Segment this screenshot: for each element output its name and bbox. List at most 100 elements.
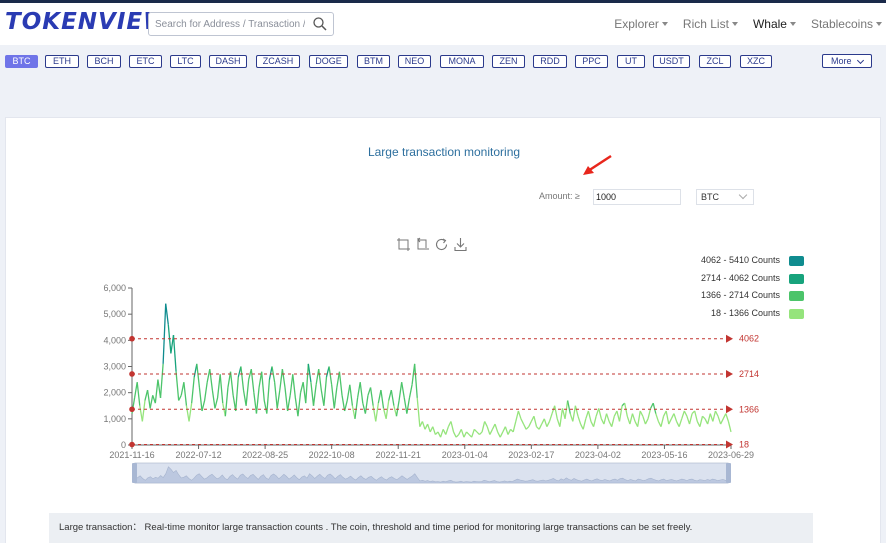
- series-segment: [323, 376, 328, 406]
- x-tick-label: 2023-04-02: [575, 450, 621, 460]
- series-segment: [159, 363, 164, 398]
- series-segment: [445, 426, 449, 435]
- series-segment: [375, 403, 379, 422]
- coin-tab-ut[interactable]: UT: [617, 55, 645, 68]
- data-zoom-handle-right[interactable]: [726, 463, 731, 483]
- series-segment: [211, 389, 216, 409]
- series-segment: [276, 389, 281, 409]
- series-segment: [683, 410, 688, 417]
- series-segment: [315, 369, 320, 385]
- series-segment: [497, 431, 501, 438]
- nav-whale[interactable]: Whale: [753, 17, 796, 31]
- series-segment: [266, 379, 271, 414]
- series-segment: [346, 384, 351, 401]
- series-segment: [525, 426, 530, 430]
- series-segment: [328, 366, 333, 385]
- series-segment: [281, 369, 286, 388]
- series-segment: [198, 387, 203, 412]
- coin-tab-ppc[interactable]: PPC: [575, 55, 608, 68]
- series-segment: [331, 384, 335, 409]
- threshold-label: 4062: [739, 334, 759, 344]
- search-box[interactable]: [148, 12, 334, 36]
- series-segment: [341, 395, 346, 412]
- coin-tab-zcash[interactable]: ZCASH: [256, 55, 300, 68]
- series-segment: [273, 382, 278, 409]
- series-segment: [585, 410, 589, 420]
- nav-stablecoins[interactable]: Stablecoins: [811, 17, 882, 31]
- series-segment: [517, 410, 522, 420]
- header-bar: TOKENVIEW Explorer Rich List Whale Stabl…: [0, 3, 886, 45]
- series-segment: [310, 382, 315, 406]
- series-segment: [377, 389, 382, 404]
- series-segment: [494, 423, 499, 433]
- nav-rich-list[interactable]: Rich List: [683, 17, 738, 31]
- series-segment: [250, 369, 255, 393]
- coin-tab-bch[interactable]: BCH: [87, 55, 121, 68]
- series-segment: [720, 418, 724, 425]
- series-segment: [559, 408, 564, 427]
- search-input[interactable]: [155, 16, 305, 32]
- nav-explorer[interactable]: Explorer: [614, 17, 668, 31]
- coin-tab-btm[interactable]: BTM: [357, 55, 390, 68]
- series-segment: [512, 421, 517, 433]
- y-tick-label: 3,000: [103, 362, 126, 372]
- coin-tab-mona[interactable]: MONA: [440, 55, 484, 68]
- search-icon[interactable]: [312, 16, 328, 32]
- series-segment: [582, 418, 587, 430]
- series-segment: [289, 374, 294, 396]
- series-segment: [162, 303, 167, 364]
- series-segment: [426, 423, 431, 433]
- coin-tab-dash[interactable]: DASH: [209, 55, 247, 68]
- coin-tab-usdt[interactable]: USDT: [653, 55, 690, 68]
- x-tick-label: 2021-11-16: [109, 450, 154, 460]
- series-segment: [253, 392, 258, 414]
- series-segment: [603, 413, 608, 425]
- coin-tab-rdd[interactable]: RDD: [533, 55, 567, 68]
- series-segment: [398, 382, 403, 401]
- coin-tab-etc[interactable]: ETC: [129, 55, 162, 68]
- coin-tab-zen[interactable]: ZEN: [492, 55, 525, 68]
- coin-tab-ltc[interactable]: LTC: [170, 55, 201, 68]
- coin-tab-eth[interactable]: ETH: [45, 55, 79, 68]
- series-segment: [507, 429, 512, 435]
- series-segment: [294, 397, 299, 417]
- logo[interactable]: TOKENVIEW: [5, 9, 169, 35]
- series-segment: [354, 397, 359, 419]
- series-segment: [688, 413, 693, 425]
- more-coins-button[interactable]: More: [822, 54, 872, 68]
- coin-tab-zcl[interactable]: ZCL: [699, 55, 731, 68]
- series-segment: [592, 416, 597, 427]
- series-segment: [629, 413, 634, 425]
- series-segment: [660, 416, 665, 427]
- series-segment: [639, 410, 644, 417]
- series-segment: [486, 426, 491, 435]
- series-segment: [694, 410, 698, 422]
- series-segment: [292, 374, 297, 398]
- series-segment: [611, 416, 615, 427]
- threshold-arrow-icon: [726, 405, 733, 414]
- series-segment: [644, 418, 649, 425]
- series-segment: [188, 403, 193, 422]
- series-segment: [190, 376, 195, 404]
- x-tick-label: 2022-07-12: [176, 450, 222, 460]
- chart-description: Large transaction： Real-time monitor lar…: [49, 513, 813, 543]
- large-transaction-chart: 0 1,000 2,000 3,000 4,000 5,000 6,000 2021-11-1…: [103, 283, 759, 484]
- threshold-label: 18: [739, 440, 749, 450]
- series-segment: [709, 413, 714, 422]
- y-tick-label: 4,000: [103, 335, 126, 345]
- threshold-arrow-icon: [726, 334, 733, 343]
- series-segment: [403, 397, 408, 414]
- coin-tab-xzc[interactable]: XZC: [740, 55, 772, 68]
- main-nav: Explorer Rich List Whale Stablecoins: [614, 17, 886, 31]
- coin-tab-neo[interactable]: NEO: [398, 55, 431, 68]
- y-tick-label: 5,000: [103, 309, 126, 319]
- series-segment: [504, 426, 509, 435]
- coin-tab-btc[interactable]: BTC: [5, 55, 38, 68]
- series-segment: [725, 413, 730, 422]
- series-segment: [455, 434, 460, 438]
- monitor-panel: Large transaction monitoring Amount: ≥ B…: [5, 117, 881, 543]
- series-segment: [245, 379, 250, 406]
- series-segment: [219, 374, 224, 404]
- data-zoom-handle-left[interactable]: [132, 463, 137, 483]
- coin-tab-doge[interactable]: DOGE: [309, 55, 348, 68]
